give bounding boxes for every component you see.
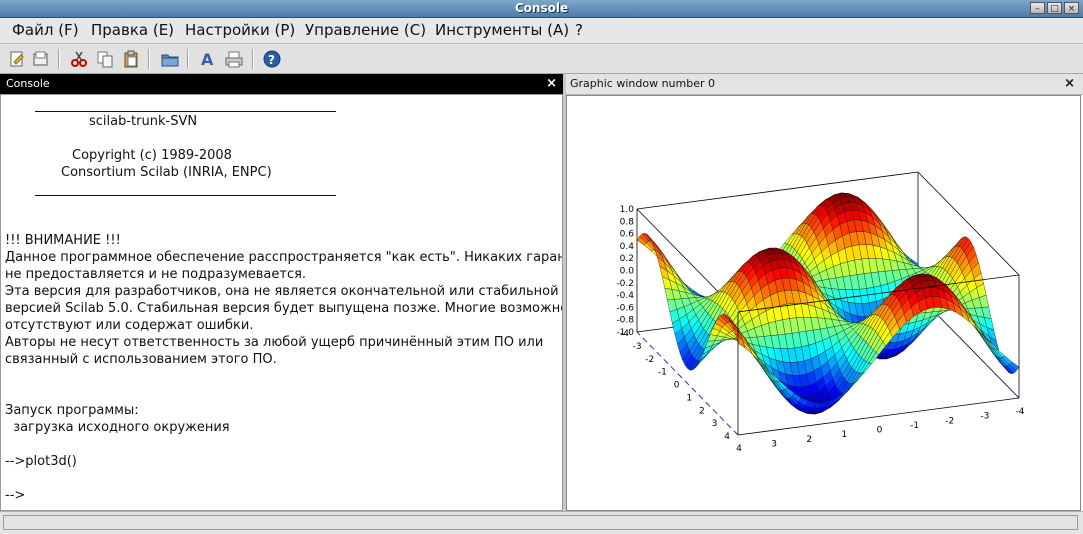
warning-line: Эта версия для разработчиков, она не явл… bbox=[5, 284, 559, 299]
x-tick-label: 0 bbox=[877, 426, 883, 436]
toolbar: A ? bbox=[0, 44, 1083, 74]
paste-icon[interactable] bbox=[121, 49, 141, 69]
y-tick-label: -2 bbox=[645, 355, 654, 365]
y-tick-label: 4 bbox=[724, 432, 730, 442]
maximize-button[interactable]: □ bbox=[1047, 2, 1062, 14]
y-tick-label: 2 bbox=[699, 406, 705, 416]
copy-icon[interactable] bbox=[95, 49, 115, 69]
console-close-icon[interactable]: × bbox=[546, 74, 557, 94]
banner-rule-top bbox=[35, 111, 336, 112]
toolbar-separator bbox=[187, 49, 189, 69]
open-file-icon[interactable] bbox=[31, 49, 51, 69]
plot3d-figure: 1.00.80.60.40.20.0-0.2-0.4-0.6-0.8-1.0-4… bbox=[616, 171, 1025, 454]
z-tick-label: -0.4 bbox=[616, 291, 634, 301]
graphic-panel: Graphic window number 0 × 1.0 0.8 0.6 0.4 0.… bbox=[566, 74, 1083, 511]
warning-line: Авторы не несут ответственность за любой… bbox=[5, 335, 544, 350]
graphic-close-icon[interactable]: × bbox=[1064, 74, 1075, 94]
x-tick-label: -4 bbox=[1016, 407, 1025, 417]
y-tick-label: 1 bbox=[686, 393, 692, 403]
console-title: Console bbox=[6, 77, 50, 90]
copyright-line: Copyright (c) 1989-2008 bbox=[72, 148, 232, 163]
menu-edit[interactable]: Правка (E) bbox=[91, 21, 174, 39]
x-tick-label: 4 bbox=[736, 444, 742, 454]
cut-icon[interactable] bbox=[69, 49, 89, 69]
warning-line: !!! ВНИМАНИЕ !!! bbox=[5, 233, 121, 248]
z-tick-label: 0.4 bbox=[620, 242, 635, 252]
z-tick-label: 0.8 bbox=[620, 217, 635, 227]
warning-line: Данное программное обеспечение расспрост… bbox=[5, 250, 563, 265]
banner-title: scilab-trunk-SVN bbox=[89, 114, 198, 129]
menu-applications[interactable]: Инструменты (A) bbox=[435, 21, 569, 39]
title-bar: Console – □ × bbox=[0, 0, 1083, 18]
startup-line: Запуск программы: bbox=[5, 403, 139, 418]
window-controls: – □ × bbox=[1030, 2, 1079, 14]
warning-line: отсутствуют или содержат ошибки. bbox=[5, 318, 254, 333]
z-tick-label: 0.0 bbox=[620, 267, 635, 277]
window-title: Console bbox=[514, 1, 569, 15]
help-icon[interactable]: ? bbox=[262, 49, 282, 69]
toolbar-separator bbox=[252, 49, 254, 69]
graphic-title: Graphic window number 0 bbox=[570, 77, 715, 90]
banner-rule-bottom bbox=[35, 195, 336, 196]
menu-control[interactable]: Управление (C) bbox=[305, 21, 426, 39]
copyright-line: Consortium Scilab (INRIA, ENPC) bbox=[61, 165, 272, 180]
loading-line: загрузка исходного окружения bbox=[5, 420, 230, 435]
print-icon[interactable] bbox=[224, 49, 244, 69]
status-field bbox=[3, 515, 1078, 530]
minimize-button[interactable]: – bbox=[1030, 2, 1045, 14]
x-tick-label: -1 bbox=[910, 421, 919, 431]
console-prompt[interactable]: --> bbox=[5, 488, 25, 503]
x-tick-label: 3 bbox=[771, 439, 777, 449]
x-tick-label: -3 bbox=[980, 412, 989, 422]
command-line: -->plot3d() bbox=[5, 454, 77, 469]
y-tick-label: 0 bbox=[674, 381, 680, 391]
menu-file[interactable]: Файл (F) bbox=[12, 21, 79, 39]
toolbar-separator bbox=[148, 49, 150, 69]
console-header: Console × bbox=[0, 74, 563, 94]
y-tick-label: -4 bbox=[620, 329, 629, 339]
svg-text:?: ? bbox=[268, 53, 275, 67]
z-tick-label: -0.6 bbox=[616, 303, 634, 313]
z-tick-label: 1.0 bbox=[620, 205, 635, 215]
close-window-button[interactable]: × bbox=[1064, 2, 1079, 14]
x-tick-label: -2 bbox=[945, 416, 954, 426]
x-tick-label: 2 bbox=[806, 435, 812, 445]
graphic-canvas[interactable]: 1.0 0.8 0.6 0.4 0.2 0.0 -0.2 -0.4 -0.6 -0.8 -1.0 -4… bbox=[566, 95, 1081, 511]
menu-bar: Файл (F) Правка (E) Настройки (P) Управл… bbox=[0, 18, 1083, 44]
font-icon[interactable]: A bbox=[198, 49, 218, 69]
warning-line: не предоставляется и не подразумевается. bbox=[5, 267, 307, 282]
status-bar bbox=[0, 511, 1083, 534]
y-tick-label: 3 bbox=[712, 419, 718, 429]
z-tick-label: -0.2 bbox=[616, 279, 634, 289]
svg-text:A: A bbox=[201, 50, 214, 68]
open-folder-icon[interactable] bbox=[160, 49, 180, 69]
z-tick-label: 0.2 bbox=[620, 254, 634, 264]
warning-line: версией Scilab 5.0. Стабильная версия бу… bbox=[5, 301, 563, 316]
toolbar-separator bbox=[58, 49, 60, 69]
z-tick-label: -0.8 bbox=[616, 316, 634, 326]
console-panel: Console × scilab-trunk-SVN Copyright (c)… bbox=[0, 74, 564, 511]
console-text-area[interactable]: scilab-trunk-SVN Copyright (c) 1989-2008… bbox=[0, 94, 563, 511]
axis-box-edge bbox=[636, 171, 919, 210]
y-tick-label: -3 bbox=[633, 342, 642, 352]
z-tick-label: 0.6 bbox=[620, 230, 635, 240]
new-file-icon[interactable] bbox=[7, 49, 27, 69]
y-tick-label: -1 bbox=[658, 368, 667, 378]
warning-line: связанный с использованием этого ПО. bbox=[5, 352, 277, 367]
x-tick-label: 1 bbox=[842, 430, 848, 440]
menu-help[interactable]: ? bbox=[575, 21, 583, 39]
menu-preferences[interactable]: Настройки (P) bbox=[185, 21, 295, 39]
graphic-header: Graphic window number 0 × bbox=[566, 74, 1083, 95]
